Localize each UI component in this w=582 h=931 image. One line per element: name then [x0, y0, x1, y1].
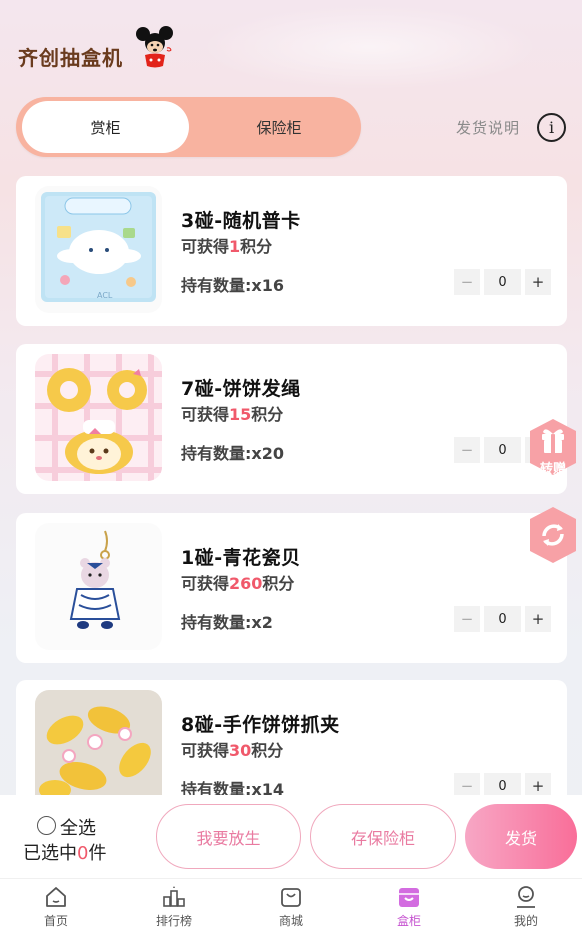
- increment-button[interactable]: +: [525, 606, 551, 632]
- prize-thumbnail: [35, 354, 162, 481]
- ship-button[interactable]: 发货: [465, 804, 577, 869]
- exchange-icon: [530, 507, 576, 563]
- prize-quantity: 持有数量:x2: [181, 613, 273, 632]
- decrement-button[interactable]: −: [454, 437, 480, 463]
- prize-name: 1碰-青花瓷贝: [181, 547, 301, 569]
- prize-card: 1碰-青花瓷贝 可获得260积分 持有数量:x2 − 0 +: [16, 513, 567, 663]
- quantity-input[interactable]: 0: [484, 437, 521, 463]
- decrement-button[interactable]: −: [454, 606, 480, 632]
- home-icon: [46, 887, 66, 907]
- user-icon: [517, 886, 535, 908]
- tab-label: 盒柜: [396, 914, 421, 928]
- prize-quantity: 持有数量:x20: [181, 444, 284, 463]
- gift-transfer-button[interactable]: 转赠: [528, 418, 578, 477]
- prize-thumbnail: [35, 523, 162, 650]
- prize-card: 7碰-饼饼发绳 可获得15积分 持有数量:x20 − 0 +: [16, 344, 567, 494]
- prize-name: 8碰-手作饼饼抓夹: [181, 714, 340, 736]
- prize-thumbnail: ACL: [35, 186, 162, 313]
- cabinet-segment-control: 赏柜 保险柜: [16, 97, 361, 157]
- select-all-label[interactable]: 全选: [60, 814, 96, 840]
- tab-box-cabinet[interactable]: 盒柜: [369, 879, 449, 931]
- exchange-button[interactable]: [528, 506, 578, 564]
- prize-name: 7碰-饼饼发绳: [181, 378, 301, 400]
- podium-icon: [163, 886, 185, 907]
- bottom-tab-bar: 首页 排行榜 商城 盒柜 我的: [0, 878, 582, 931]
- tab-profile[interactable]: 我的: [486, 879, 566, 931]
- prize-name: 3碰-随机普卡: [181, 210, 301, 232]
- select-all-radio[interactable]: [37, 816, 56, 835]
- release-button[interactable]: 我要放生: [156, 804, 301, 869]
- quantity-input[interactable]: 0: [484, 269, 521, 295]
- tab-label: 商城: [278, 914, 303, 928]
- tab-home[interactable]: 首页: [16, 879, 96, 931]
- tab-label: 首页: [43, 914, 68, 928]
- prize-points: 可获得260积分: [181, 574, 295, 593]
- prize-card: ACL 3碰-随机普卡 可获得1积分 持有数量:x16 − 0 +: [16, 176, 567, 326]
- increment-button[interactable]: +: [525, 269, 551, 295]
- tab-reward-cabinet[interactable]: 赏柜: [22, 101, 189, 153]
- cloud-decoration: [200, 4, 540, 90]
- prize-points: 可获得1积分: [181, 237, 273, 256]
- gift-label: 转赠: [539, 462, 566, 477]
- header: 齐创抽盒机: [0, 0, 582, 95]
- info-icon[interactable]: i: [537, 113, 566, 142]
- bottom-action-bar: 全选 已选中0件 我要放生 存保险柜 发货: [0, 795, 582, 878]
- tab-safe-cabinet[interactable]: 保险柜: [199, 101, 359, 153]
- prize-points: 可获得30积分: [181, 741, 284, 760]
- tab-label: 我的: [513, 914, 538, 928]
- shopping-bag-icon: [281, 888, 301, 907]
- svg-text:ACL: ACL: [97, 291, 113, 300]
- box-cabinet-icon: [399, 888, 419, 907]
- quantity-stepper: − 0 +: [454, 269, 551, 295]
- decrement-button[interactable]: −: [454, 269, 480, 295]
- store-in-safe-button[interactable]: 存保险柜: [310, 804, 456, 869]
- mascot-logo-icon: [136, 26, 173, 68]
- prize-quantity: 持有数量:x16: [181, 276, 284, 295]
- prize-points: 可获得15积分: [181, 405, 284, 424]
- tab-label: 排行榜: [155, 914, 192, 928]
- shipping-instructions-link[interactable]: 发货说明: [456, 117, 520, 138]
- quantity-stepper: − 0 +: [454, 606, 551, 632]
- tab-mall[interactable]: 商城: [251, 879, 331, 931]
- quantity-input[interactable]: 0: [484, 606, 521, 632]
- selected-count: 已选中0件: [23, 843, 107, 864]
- tab-ranking[interactable]: 排行榜: [134, 879, 214, 931]
- app-brand-title: 齐创抽盒机: [18, 46, 123, 70]
